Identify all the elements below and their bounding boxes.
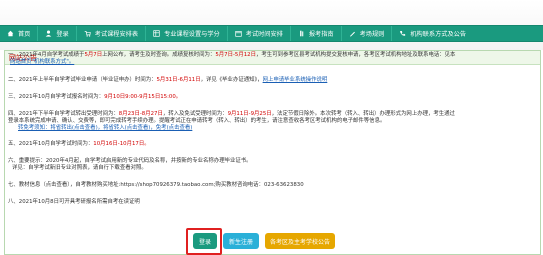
notice-date: 9月10日9:00-9月15日15:00。 (104, 94, 182, 100)
nav-item-label: 机构联系方式及公告 (410, 31, 467, 38)
notice-text: ，法定节假日除外。本次转考（转入、转出）办理形式为网上办理，考生通过 (271, 111, 455, 117)
book-icon (298, 30, 305, 37)
notice-line-8: 八、2021年10月8日可开具考研报名所需自考在读证明 (8, 199, 140, 206)
notice-text: ，详见《毕业办证通知》， (200, 77, 263, 83)
school-announcements-button[interactable]: 各考区及主考学校公告 (265, 233, 335, 249)
nav-item-label: 考试时间安排 (245, 31, 283, 38)
notice-text: 五、2021年10月自学考试时间为： (8, 141, 94, 147)
notice-text: 上网公布，请考生及时查询。成绩复核时间为： (102, 52, 216, 58)
register-button[interactable]: 新生注册 (223, 233, 259, 249)
nav-item-1[interactable]: 登录 (38, 26, 77, 41)
notice-line-6b: 详见：自学考试新旧专业对照表，请自行下载查看对照。 (12, 165, 147, 172)
contact-link[interactable]: 网站首页"机构联系方式"。 (10, 59, 74, 65)
notice-date: 10月16日-10月17日。 (93, 141, 150, 147)
notice-line-5: 五、2021年10月自学考试时间为：10月16日-10月17日。 (8, 141, 150, 148)
grid-icon (153, 30, 160, 37)
nav-item-4[interactable]: 考试时间安排 (228, 26, 291, 41)
notice-line-1: 一、2021年4月自学考试成绩于5月7日上网公布，请考生及时查询。成绩复核时间为… (8, 52, 455, 59)
notice-date: 5月31日-6月11日 (156, 77, 201, 83)
calendar-icon (235, 30, 242, 37)
nav-item-label: 登录 (56, 31, 69, 38)
notice-date: 5月7日-5月12日 (215, 52, 256, 58)
cart-icon (84, 30, 91, 37)
notice-line-4c: 转免考须知：将省转出(点击查看)，将省转入(点击查看)，免考(点击查看) (18, 125, 192, 132)
notice-text: 登录本系统完成申请、确认、交费等，即可完成转考手续办理。提醒考试正在申请转考（转… (8, 118, 386, 124)
notice-line-4b: 登录本系统完成申请、确认、交费等，即可完成转考手续办理。提醒考试正在申请转考（转… (8, 118, 385, 125)
notice-line-7: 七、教材信息（点击查看），自考教材购买地址:https://shop709263… (8, 182, 304, 189)
notice-text: 二、2021年上半年自学考试毕业申请（毕业证申办）时间为： (8, 77, 157, 83)
notice-text: 八、2021年10月8日可开具考研报名所需自考在读证明 (8, 199, 140, 205)
nav-item-6[interactable]: 考场规则 (342, 26, 393, 41)
notice-date: 9月11日-9月25日 (227, 111, 272, 117)
nav-item-label: 考场规则 (359, 31, 385, 38)
notice-text: 六、重要提示：2020年4月起，自学考试启用新的专业代码及名称，并按新的专业名称… (8, 158, 252, 164)
notice-line-1b: 网站首页"机构联系方式"。 (10, 59, 74, 66)
nav-item-label: 考试课程安排表 (94, 31, 139, 38)
nav-item-3[interactable]: 专业课程设置与学分 (146, 26, 228, 41)
pen-icon (349, 30, 356, 37)
phone-icon (399, 30, 406, 37)
notice-date: 5月7日 (84, 52, 103, 58)
notice-line-4: 四、2021年下半年自学考试转出受理时间为：8月23日-8月27日，转入及免试受… (8, 111, 455, 118)
nav-item-label: 报考指南 (308, 31, 334, 38)
home-icon (7, 30, 14, 37)
notice-text: 四、2021年下半年自学考试转出受理时间为： (8, 111, 119, 117)
nav-item-label: 专业课程设置与学分 (164, 31, 220, 38)
graduation-guide-link[interactable]: 网上申请毕业系统操作说明 (263, 77, 328, 83)
notice-line-2: 二、2021年上半年自学考试毕业申请（毕业证申办）时间为：5月31日-6月11日… (8, 77, 327, 84)
notice-text: ，考生可到参考区县考试机构提交复核申请，各考区考试机构地址及联系电话：见本 (255, 52, 456, 58)
nav-item-7[interactable]: 机构联系方式及公告 (392, 26, 473, 41)
notice-text: 一、2021年4月自学考试成绩于 (8, 52, 85, 58)
notice-date: 8月23日-8月27日 (118, 111, 163, 117)
transfer-links[interactable]: 转免考须知：将省转出(点击查看)，将省转入(点击查看)，免考(点击查看) (18, 125, 192, 131)
main-nav: 首页 登录 考试课程安排表 专业课程设置与学分 考试时间安排 报考指南 考场规则 机构联系方式… (0, 25, 543, 42)
nav-item-5[interactable]: 报考指南 (291, 26, 342, 41)
notice-text: 七、教材信息（点击查看），自考教材购买地址:https://shop709263… (8, 182, 264, 188)
notice-text: ，转入及免试受理时间为： (162, 111, 228, 117)
notice-text: 详见：自学考试新旧专业对照表，请自行下载查看对照。 (12, 165, 147, 171)
phone-number: 023-63623830 (263, 182, 304, 188)
nav-item-0[interactable]: 首页 (0, 26, 39, 41)
user-icon (45, 30, 52, 37)
highlight-annotation (186, 228, 222, 255)
notice-line-6: 六、重要提示：2020年4月起，自学考试启用新的专业代码及名称，并按新的专业名称… (8, 158, 252, 165)
nav-item-2[interactable]: 考试课程安排表 (77, 26, 147, 41)
notice-text: 三、2021年10月自学考试报名时间为： (8, 94, 105, 100)
notice-line-3: 三、2021年10月自学考试报名时间为：9月10日9:00-9月15日15:00… (8, 94, 181, 101)
nav-item-label: 首页 (18, 31, 31, 38)
